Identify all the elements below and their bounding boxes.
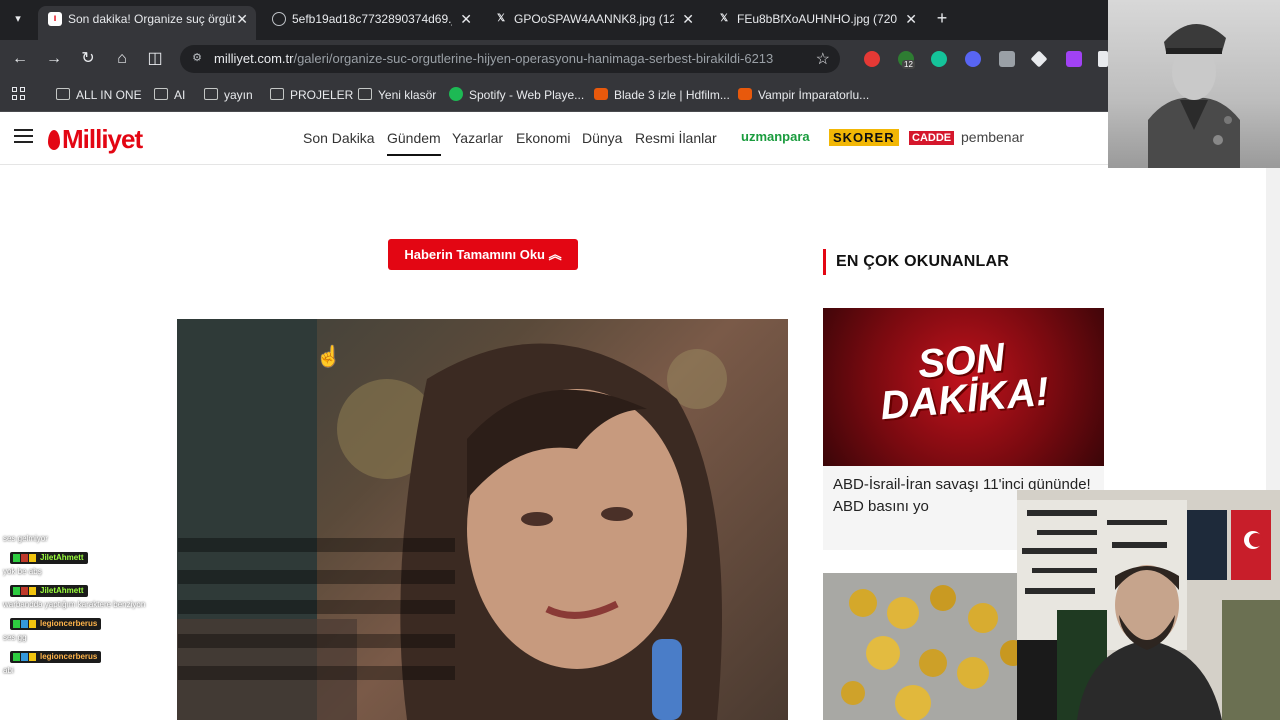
chat-badges-icon	[13, 653, 37, 661]
chat-badges-icon	[13, 554, 37, 562]
nav-gundem[interactable]: Gündem	[387, 130, 441, 156]
new-tab-button[interactable]: +	[932, 8, 952, 28]
tab-title: GPOoSPAW4AANNK8.jpg (1200	[514, 12, 674, 26]
chat-badges-icon	[13, 620, 37, 628]
close-tab-icon[interactable]: ✕	[236, 6, 248, 32]
chat-message: ses gg	[3, 633, 27, 642]
menu-hamburger-icon[interactable]	[14, 129, 33, 143]
extension-badge: 12	[902, 60, 915, 69]
chat-username: JiletAhmett	[10, 552, 88, 564]
nav-dunya[interactable]: Dünya	[582, 130, 622, 146]
tab-title: 5efb19ad18c7732890374d69.jp	[292, 12, 452, 26]
forward-icon[interactable]: →	[44, 49, 64, 69]
stream-chat-overlay: ses gelmiyor JiletAhmett yok be abş Jile…	[0, 530, 455, 680]
bookmark-yeni-klasor[interactable]: Yeni klasör	[358, 86, 436, 104]
diamond-icon[interactable]	[1030, 50, 1048, 68]
bookmark-star-icon[interactable]: ☆	[816, 49, 830, 69]
chat-username: JiletAhmett	[10, 585, 88, 597]
site-info-icon[interactable]: ⚙	[190, 51, 204, 65]
nav-resmi-ilanlar[interactable]: Resmi İlanlar	[635, 130, 717, 146]
nav-ekonomi[interactable]: Ekonomi	[516, 130, 570, 146]
address-bar[interactable]: ⚙ milliyet.com.tr/galeri/organize-suc-or…	[180, 45, 840, 73]
folder-icon	[56, 88, 70, 100]
apps-grid-icon[interactable]	[12, 87, 26, 101]
close-tab-icon[interactable]: ✕	[460, 6, 472, 32]
bookmarks-bar: ALL IN ONE AI yayın PROJELER Yeni klasör…	[0, 78, 1108, 112]
chat-shadow-bar	[178, 600, 455, 614]
chat-message: ses gelmiyor	[3, 534, 48, 543]
double-chevron-up-icon: ︽	[548, 247, 562, 262]
bookmark-projeler[interactable]: PROJELER	[270, 86, 353, 104]
side-panel-icon[interactable]: ◫	[145, 49, 165, 69]
discord-icon[interactable]	[965, 51, 981, 67]
tab-image-1[interactable]: 5efb19ad18c7732890374d69.jp ✕	[262, 6, 480, 40]
partner-pembenar[interactable]: pembenar	[961, 129, 1024, 145]
partner-uzmanpara[interactable]: uzmanpara	[741, 129, 810, 144]
streamer-webcam-overlay	[1017, 490, 1280, 720]
son-dakika-banner: SON DAKİKA!	[823, 308, 1104, 466]
close-tab-icon[interactable]: ✕	[682, 6, 694, 32]
tab-image-3[interactable]: 𝕏 FEu8bBfXoAUHNHO.jpg (720×4 ✕	[707, 6, 925, 40]
bookmark-spotify[interactable]: Spotify - Web Playe...	[449, 86, 584, 104]
flame-icon	[48, 130, 60, 150]
site-header: Milliyet Son Dakika Gündem Yazarlar Ekon…	[0, 113, 1108, 165]
tab-image-2[interactable]: 𝕏 GPOoSPAW4AANNK8.jpg (1200 ✕	[484, 6, 702, 40]
puzzle-icon[interactable]	[1098, 51, 1108, 67]
x-logo-icon: 𝕏	[496, 13, 506, 24]
bookmark-vampir[interactable]: Vampir İmparatorlu...	[738, 86, 869, 104]
hdfilm-icon	[594, 88, 608, 100]
reload-icon[interactable]: ↻	[78, 49, 98, 69]
folder-icon	[270, 88, 284, 100]
partner-cadde[interactable]: CADDE	[909, 131, 955, 145]
bookmark-ai[interactable]: AI	[154, 86, 185, 104]
nav-yazarlar[interactable]: Yazarlar	[452, 130, 503, 146]
most-read-heading: EN ÇOK OKUNANLAR	[823, 249, 1009, 275]
x-logo-icon: 𝕏	[719, 13, 729, 24]
globe-icon	[272, 12, 286, 26]
folder-icon	[154, 88, 168, 100]
browser-tab-bar: ▾ ı Son dakika! Organize suç örgüt ✕ 5ef…	[0, 0, 1280, 40]
milliyet-logo[interactable]: Milliyet	[48, 124, 143, 155]
chat-shadow-bar	[178, 634, 455, 648]
chat-username: legioncerberus	[10, 618, 102, 630]
bookmark-blade3[interactable]: Blade 3 izle | Hdfilm...	[594, 86, 730, 104]
read-full-story-button[interactable]: Haberin Tamamını Oku ︽	[388, 239, 578, 270]
hand-cursor-icon: ☝	[316, 346, 341, 368]
chat-badges-icon	[13, 587, 37, 595]
chat-message: yok be abş	[3, 567, 42, 576]
tab-title: FEu8bBfXoAUHNHO.jpg (720×4	[737, 12, 897, 26]
tab-milliyet[interactable]: ı Son dakika! Organize suç örgüt ✕	[38, 6, 256, 40]
hdfilm-icon	[738, 88, 752, 100]
bookmark-all-in-one[interactable]: ALL IN ONE	[56, 86, 142, 104]
chat-message: abi	[3, 666, 14, 675]
milliyet-favicon: ı	[48, 12, 62, 26]
partner-skorer[interactable]: SKORER	[829, 129, 899, 146]
url-text: milliyet.com.tr/galeri/organize-suc-orgu…	[214, 51, 774, 66]
chat-shadow-bar	[178, 570, 455, 584]
spotify-icon	[449, 87, 463, 101]
nav-son-dakika[interactable]: Son Dakika	[303, 130, 375, 146]
chat-username: legioncerberus	[10, 651, 102, 663]
chat-message: warbandda yaptığım karaktere benziyon	[3, 600, 146, 609]
close-tab-icon[interactable]: ✕	[905, 6, 917, 32]
tab-search-button[interactable]: ▾	[6, 8, 30, 30]
chat-shadow-bar	[178, 538, 455, 552]
chat-shadow-bar	[178, 666, 455, 680]
tab-title: Son dakika! Organize suç örgüt	[68, 12, 236, 26]
shield-icon[interactable]	[999, 51, 1015, 67]
folder-icon	[358, 88, 372, 100]
portrait-overlay-image	[1108, 0, 1280, 168]
folder-icon	[204, 88, 218, 100]
extension-purple-icon[interactable]	[1066, 51, 1082, 67]
bookmark-yayin[interactable]: yayın	[204, 86, 253, 104]
back-icon[interactable]: ←	[10, 49, 30, 69]
home-icon[interactable]: ⌂	[112, 49, 132, 69]
extension-red-icon[interactable]	[864, 51, 880, 67]
browser-toolbar: ← → ↻ ⌂ ◫ ⚙ milliyet.com.tr/galeri/organ…	[0, 40, 1108, 78]
grammarly-icon[interactable]	[931, 51, 947, 67]
